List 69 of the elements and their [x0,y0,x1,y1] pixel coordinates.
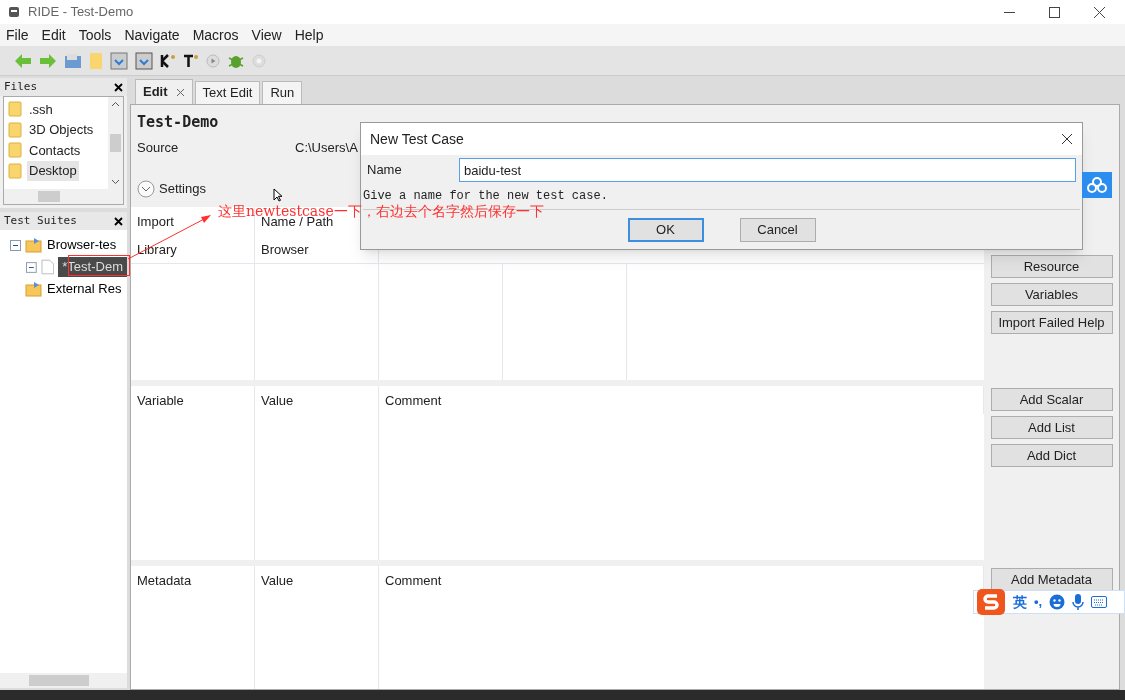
scroll-down-icon[interactable] [111,179,120,185]
folder-item[interactable]: .ssh [27,99,55,119]
source-path: C:\Users\A [295,138,358,157]
tree-item[interactable]: Browser-tes [47,235,117,255]
menu-item[interactable]: File [6,24,29,46]
folder-item[interactable]: 3D Objects [27,120,96,140]
file-icon [40,259,55,275]
scrollbar[interactable] [108,97,123,189]
keyboard-icon[interactable] [1091,596,1108,608]
menu-item[interactable]: Navigate [124,24,180,46]
side-button[interactable]: Add Metadata [990,568,1113,591]
table-cell: Browser [261,242,309,257]
input-mode[interactable]: 英 [1013,591,1027,613]
collapse-icon[interactable] [10,239,21,251]
dialog-button[interactable]: OK [627,218,704,242]
chevron-down-icon[interactable] [137,179,155,198]
side-button[interactable]: Variables [990,283,1113,306]
menu-item[interactable]: Edit [41,24,66,46]
scrollbar[interactable] [4,189,123,204]
tab[interactable]: Edit [135,79,193,104]
logo-icon[interactable] [976,588,1006,616]
close-icon[interactable] [1061,133,1073,145]
maximize-icon[interactable] [1049,6,1060,18]
cloud-button[interactable] [1082,172,1112,198]
column-header: Comment [385,393,442,408]
dialog-title: New Test Case [370,129,464,149]
dialog-button[interactable]: Cancel [739,218,816,242]
name-field[interactable]: baidu-test [459,158,1076,182]
menu-item[interactable]: Help [294,24,324,46]
hint-text: Give a name for the new test case. [362,188,609,204]
panel-title: Test Suites [4,212,77,229]
side-button[interactable]: Add Dict [990,444,1113,467]
folder-item[interactable]: Desktop [27,161,79,181]
column-header: Comment [385,573,442,588]
close-icon[interactable] [114,82,123,92]
side-button[interactable]: Add Scalar [990,388,1113,411]
close-icon[interactable] [1094,6,1105,18]
tab[interactable]: Run [262,81,303,104]
cursor-icon [273,188,283,202]
menu-item[interactable]: Macros [192,24,239,46]
side-button[interactable]: Resource [990,255,1113,278]
app-icon [8,6,20,18]
suite-title: Test-Demo [137,112,220,133]
window-title: RIDE - Test-Demo [28,3,134,22]
scroll-up-icon[interactable] [111,101,120,107]
folder-item[interactable]: Contacts [27,140,83,160]
close-icon[interactable] [114,216,123,226]
cloud-icon [1086,177,1108,193]
collapse-icon[interactable] [26,261,37,273]
scroll-thumb[interactable] [110,134,121,152]
column-header: Import [137,214,174,229]
field-label: Name [367,161,403,180]
side-button[interactable]: Import Failed Help [990,311,1113,334]
menu-item[interactable]: View [251,24,282,46]
source-label: Source [137,138,180,157]
menu-item[interactable]: Tools [78,24,112,46]
microphone-icon[interactable] [1072,593,1085,611]
side-button[interactable]: Add List [990,416,1113,439]
smiley-icon[interactable] [1049,594,1066,610]
column-header: Value [261,393,294,408]
panel-title: Files [4,78,38,95]
column-header: Value [261,573,294,588]
tab[interactable]: Text Edit [194,81,261,104]
column-header: Variable [137,393,184,408]
punctuation-mode[interactable]: •, [1034,592,1043,612]
tree-item[interactable]: External Res [47,279,122,299]
column-header: Metadata [137,573,192,588]
settings-toggle[interactable]: Settings [159,179,206,199]
scrollbar[interactable] [0,673,127,688]
